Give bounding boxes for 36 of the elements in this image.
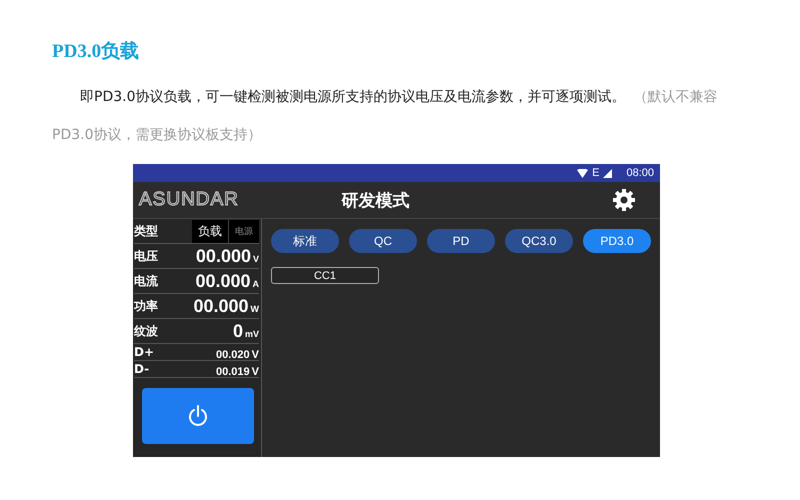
- reading-label: 电压: [134, 248, 158, 264]
- unit-label: V: [252, 348, 259, 360]
- section-heading: PD3.0负载: [52, 40, 140, 64]
- reading-value: 00.000: [196, 246, 251, 266]
- mode-tab[interactable]: PD: [427, 229, 495, 253]
- mode-tab[interactable]: 标准: [271, 229, 339, 253]
- wifi-icon: [577, 168, 588, 178]
- description-paragraph: 即PD3.0协议负载，可一键检测被测电源所支持的协议电压及电流参数，并可逐项测试。 （默认不兼容PD3.0协议，需更换协议板支持）: [52, 88, 718, 145]
- channel-button[interactable]: CC1: [271, 267, 379, 284]
- clock-time: 08:00: [626, 167, 654, 179]
- unit-label: V: [252, 366, 259, 378]
- unit-label: V: [252, 254, 259, 264]
- reading-label: 功率: [134, 298, 158, 314]
- reading-label: D-: [134, 362, 150, 376]
- type-label: 类型: [134, 222, 158, 240]
- reading-value: 00.000: [193, 296, 248, 316]
- settings-icon[interactable]: [612, 188, 636, 212]
- unit-label: mV: [244, 328, 259, 338]
- reading-label: 电流: [134, 272, 158, 290]
- screen-title: 研发模式: [342, 190, 410, 212]
- power-icon: [188, 404, 208, 428]
- unit-label: A: [252, 278, 259, 288]
- reading-value: 00.000: [195, 270, 250, 290]
- mode-tab[interactable]: QC: [349, 229, 417, 253]
- mode-tab[interactable]: PD3.0: [583, 229, 651, 253]
- brand-logo: ASUNDAR: [139, 189, 240, 211]
- reading-value: 0: [232, 320, 243, 340]
- reading-value: 00.019: [216, 366, 250, 378]
- reading-label: D+: [134, 345, 154, 359]
- reading-value: 00.020: [216, 348, 250, 360]
- network-type: E: [592, 167, 600, 179]
- type-option[interactable]: 负载: [192, 220, 229, 242]
- mode-tab[interactable]: QC3.0: [505, 229, 573, 253]
- unit-label: W: [250, 304, 259, 314]
- signal-icon: [603, 168, 612, 178]
- reading-label: 纹波: [134, 322, 158, 340]
